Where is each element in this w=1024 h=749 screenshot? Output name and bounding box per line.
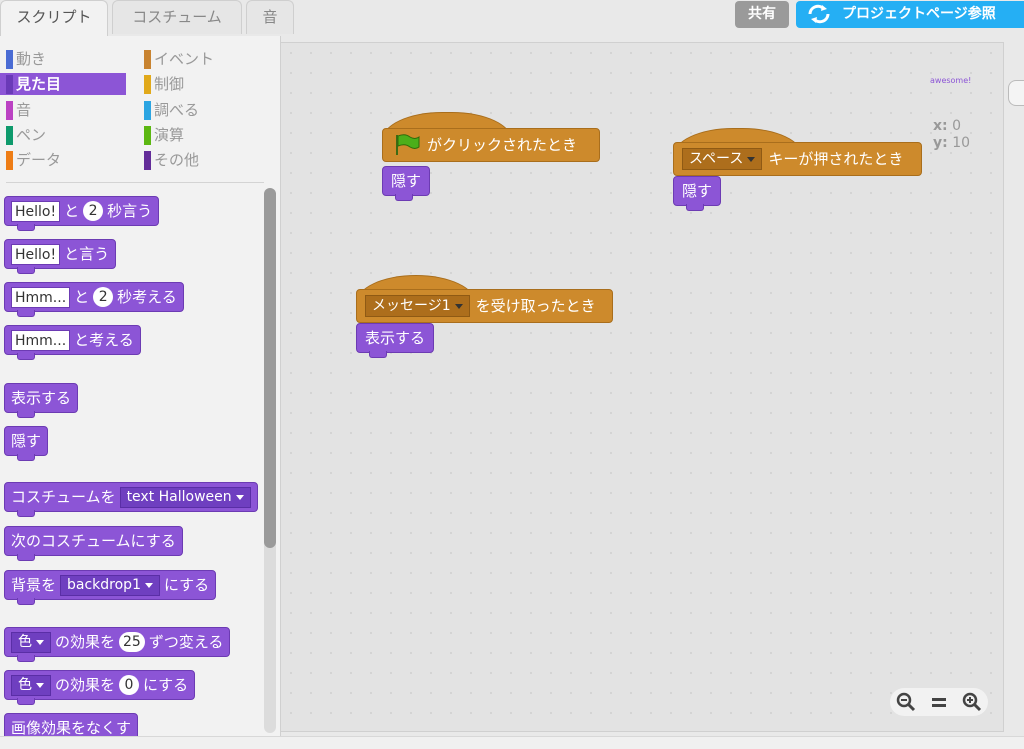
category-looks[interactable]: 見た目 <box>0 73 126 95</box>
flag-hat-label: がクリックされたとき <box>427 136 578 154</box>
palette-scrollbar[interactable] <box>264 188 276 548</box>
category-divider <box>6 182 264 183</box>
sprite-coordinates: x: 0 y: 10 <box>933 118 971 151</box>
key-hat-label: キーが押されたとき <box>768 150 904 168</box>
category-control[interactable]: 制御 <box>138 73 264 95</box>
y-value: 10 <box>952 135 971 151</box>
share-button[interactable]: 共有 <box>735 1 789 28</box>
category-operators[interactable]: 演算 <box>138 124 264 146</box>
block-palette: 動き 見た目 音 ペン データ イベント 制御 調べる 演算 その他 Hello… <box>0 36 281 749</box>
block-switch-backdrop[interactable]: 背景を backdrop1 にする <box>4 570 217 605</box>
category-data[interactable]: データ <box>0 149 126 171</box>
when-key-pressed-block[interactable]: スペース キーが押されたとき <box>673 142 922 176</box>
message-hat-label: を受け取ったとき <box>475 297 596 315</box>
block-show[interactable]: 表示する <box>4 383 79 418</box>
message-dropdown[interactable]: メッセージ1 <box>365 295 470 317</box>
zoom-controls <box>890 688 988 716</box>
tab-scripts[interactable]: スクリプト <box>0 0 108 36</box>
tab-costumes[interactable]: コスチューム <box>112 0 242 34</box>
script-hide-block-1[interactable]: 隠す <box>382 166 431 201</box>
editor-tabs: スクリプト コスチューム 音 <box>0 0 300 36</box>
block-change-effect[interactable]: 色の効果を 25 ずつ変える <box>4 627 231 662</box>
zoom-in-icon[interactable] <box>958 690 986 714</box>
category-more-blocks[interactable]: その他 <box>138 149 264 171</box>
when-receive-message-block[interactable]: メッセージ1 を受け取ったとき <box>356 289 613 323</box>
bottom-strip <box>0 736 1024 749</box>
green-flag-icon <box>396 134 420 155</box>
zoom-out-icon[interactable] <box>892 690 920 714</box>
sprite-thumbnail: awesome! <box>930 76 972 85</box>
x-value: 0 <box>952 118 962 134</box>
stage-toggle-tab[interactable] <box>1008 80 1024 106</box>
block-think-for-secs[interactable]: Hmm... と 2 秒考える <box>4 282 184 317</box>
category-sound[interactable]: 音 <box>0 99 126 121</box>
block-hide[interactable]: 隠す <box>4 426 49 461</box>
block-set-effect[interactable]: 色の効果を 0 にする <box>4 670 196 705</box>
script-show-block[interactable]: 表示する <box>356 323 435 358</box>
block-think[interactable]: Hmm... と考える <box>4 325 141 360</box>
script-hide-block-2[interactable]: 隠す <box>673 176 722 211</box>
key-dropdown[interactable]: スペース <box>682 148 763 170</box>
when-flag-clicked-block[interactable]: がクリックされたとき <box>382 128 600 162</box>
category-events[interactable]: イベント <box>138 48 264 70</box>
category-pen[interactable]: ペン <box>0 124 126 146</box>
tab-sounds[interactable]: 音 <box>246 0 294 34</box>
see-project-label: プロジェクトページ参照 <box>842 6 996 22</box>
category-motion[interactable]: 動き <box>0 48 126 70</box>
refresh-icon <box>808 4 830 24</box>
category-sensing[interactable]: 調べる <box>138 99 264 121</box>
block-switch-costume[interactable]: コスチュームを text Halloween <box>4 482 258 517</box>
block-next-costume[interactable]: 次のコスチュームにする <box>4 526 183 561</box>
block-say[interactable]: Hello! と言う <box>4 239 117 274</box>
zoom-reset-icon[interactable] <box>925 690 953 714</box>
see-project-page-button[interactable]: プロジェクトページ参照 <box>796 1 1024 28</box>
block-say-for-secs[interactable]: Hello! と 2 秒言う <box>4 196 160 231</box>
